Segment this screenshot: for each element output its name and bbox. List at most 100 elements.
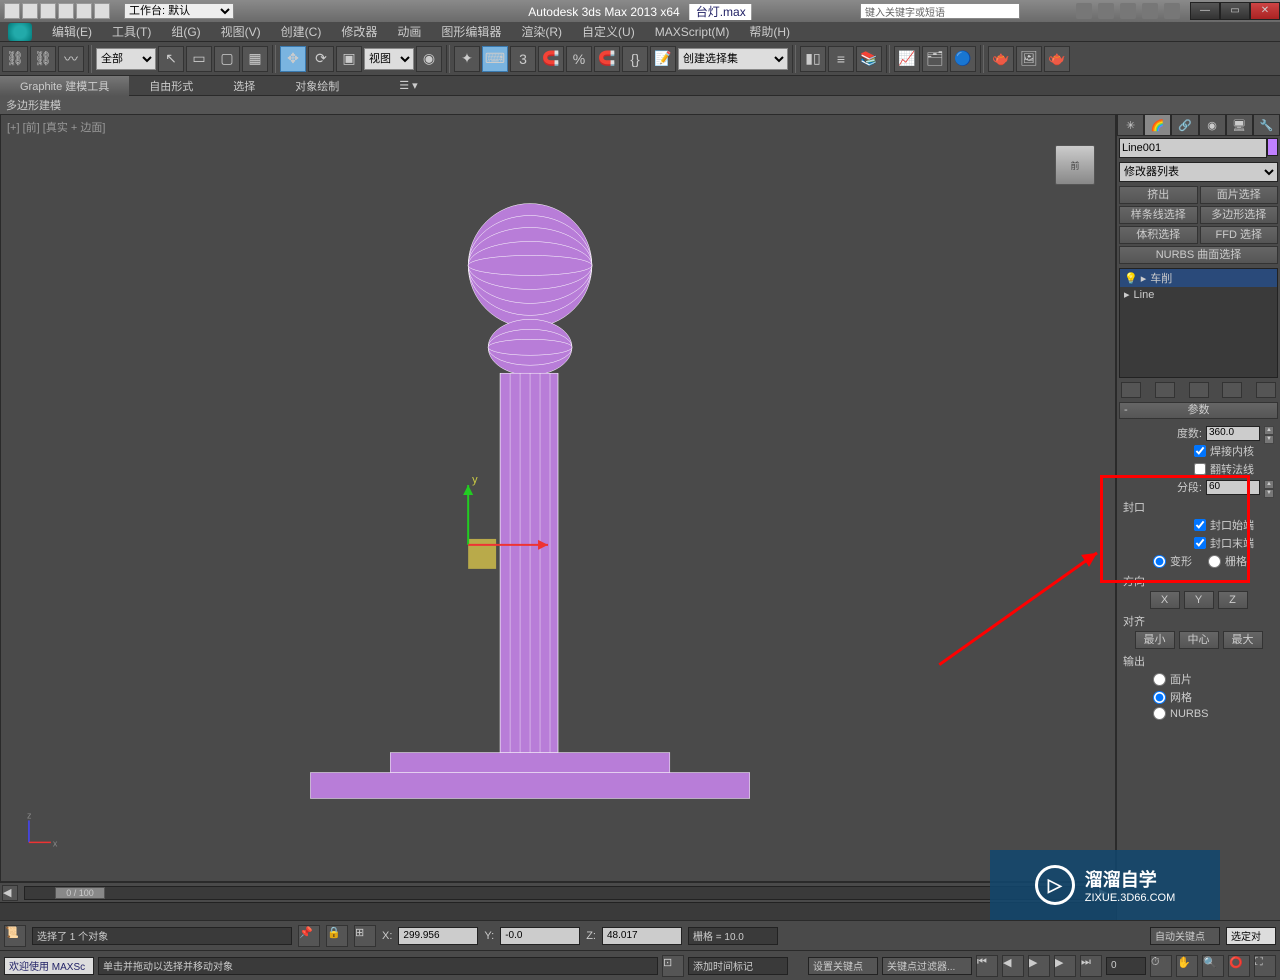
script-listener-icon[interactable]: 📜 [4,925,26,947]
tab-paint[interactable]: 对象绘制 [275,76,359,96]
app-menu-icon[interactable] [8,23,32,41]
pin-stack-icon[interactable] [1121,382,1141,398]
axis-y-button[interactable]: Y [1184,591,1214,609]
rotate-icon[interactable]: ⟳ [308,46,334,72]
modifier-stack[interactable]: 💡 ▸车削 ▸Line [1119,268,1278,378]
menu-create[interactable]: 创建(C) [271,21,332,42]
cap-start-checkbox[interactable] [1194,519,1206,531]
schematic-icon[interactable]: 🗂 [922,46,948,72]
menu-tools[interactable]: 工具(T) [102,21,161,42]
tab-graphite[interactable]: Graphite 建模工具 [0,76,129,96]
grid-radio[interactable] [1208,555,1221,568]
align-max-button[interactable]: 最大 [1223,631,1263,649]
selection-filter-dropdown[interactable]: 全部 [96,48,156,70]
setkey-button[interactable]: 设置关键点 [808,957,878,975]
unique-icon[interactable] [1189,382,1209,398]
save-icon[interactable] [40,3,56,19]
redo-icon[interactable] [76,3,92,19]
play-icon[interactable]: ▶ [1028,955,1050,977]
time-slider-handle[interactable]: 0 / 100 [55,887,105,899]
btn-poly-select[interactable]: 多边形选择 [1200,206,1279,224]
cap-end-checkbox[interactable] [1194,537,1206,549]
abs-rel-icon[interactable]: ⊞ [354,925,376,947]
signin-icon[interactable] [1098,3,1114,19]
menu-edit[interactable]: 编辑(E) [42,21,102,42]
object-name-input[interactable] [1119,138,1267,158]
scale-icon[interactable]: ▣ [336,46,362,72]
material-editor-icon[interactable]: 🔵 [950,46,976,72]
menu-help[interactable]: 帮助(H) [739,21,800,42]
play-start-icon[interactable]: ⏮ [976,955,998,977]
snap-toggle-icon[interactable]: 3 [510,46,536,72]
tab-motion-icon[interactable]: ◉ [1199,114,1226,136]
nav-zoom-icon[interactable]: 🔍 [1202,955,1224,977]
menu-render[interactable]: 渲染(R) [511,21,572,42]
search-input[interactable]: 键入关键字或短语 [860,3,1020,19]
select-icon[interactable]: ↖ [158,46,184,72]
help-icon[interactable] [1164,3,1180,19]
poly-modeling-label[interactable]: 多边形建模 [6,97,61,113]
select-rect-icon[interactable]: ▢ [214,46,240,72]
btn-ffd-select[interactable]: FFD 选择 [1200,226,1279,244]
tab-freeform[interactable]: 自由形式 [129,76,213,96]
pivot-icon[interactable]: ◉ [416,46,442,72]
tab-selection[interactable]: 选择 [213,76,275,96]
play-end-icon[interactable]: ⏭ [1080,955,1102,977]
render-icon[interactable]: 🫖 [1044,46,1070,72]
tab-create-icon[interactable]: ✳ [1117,114,1144,136]
rollout-params-header[interactable]: 参数 [1119,402,1278,419]
play-prev-icon[interactable]: ◀ [1002,955,1024,977]
bind-space-icon[interactable]: 〰 [58,46,84,72]
select-name-icon[interactable]: ▭ [186,46,212,72]
tab-modify-icon[interactable]: 🌈 [1144,114,1171,136]
render-frame-icon[interactable]: 🖼 [1016,46,1042,72]
menu-modifiers[interactable]: 修改器 [331,21,387,42]
manipulate-icon[interactable]: ✦ [454,46,480,72]
btn-face-select[interactable]: 面片选择 [1200,186,1279,204]
edit-named-sel-icon[interactable]: {} [622,46,648,72]
sel-lock-icon[interactable]: 🔒 [326,925,348,947]
align-center-button[interactable]: 中心 [1179,631,1219,649]
time-slider-track[interactable]: 0 / 100 [24,886,1092,900]
close-button[interactable]: ✕ [1250,2,1280,20]
segments-spinner[interactable]: 60 [1206,480,1260,495]
autokey-button[interactable]: 自动关键点 [1150,927,1220,945]
stack-line[interactable]: ▸Line [1120,287,1277,302]
viewport[interactable]: [+] [前] [真实 + 边面] 前 [0,114,1116,882]
segments-spin-arrows[interactable]: ▲▼ [1264,480,1274,495]
favorite-icon[interactable] [1142,3,1158,19]
tab-display-icon[interactable]: 🖥 [1226,114,1253,136]
infocenter-icon[interactable] [1076,3,1092,19]
modifier-list-dropdown[interactable]: 修改器列表 [1119,162,1278,182]
output-patch-radio[interactable] [1153,673,1166,686]
menu-graph[interactable]: 图形编辑器 [431,21,511,42]
show-end-icon[interactable] [1155,382,1175,398]
object-color-swatch[interactable] [1267,138,1278,156]
move-icon[interactable]: ✥ [280,46,306,72]
align-icon[interactable]: ≡ [828,46,854,72]
time-config-icon[interactable]: ⏱ [1150,955,1172,977]
output-nurbs-radio[interactable] [1153,707,1166,720]
tab-hierarchy-icon[interactable]: 🔗 [1171,114,1198,136]
keyboard-shortcut-icon[interactable]: ⌨ [482,46,508,72]
named-selection-dropdown[interactable]: 创建选择集 [678,48,788,70]
morph-radio[interactable] [1153,555,1166,568]
curve-editor-icon[interactable]: 📈 [894,46,920,72]
angle-snap-icon[interactable]: 🧲 [538,46,564,72]
track-bar[interactable] [0,902,1116,920]
selected-key-dropdown[interactable]: 选定对 [1226,927,1276,945]
time-slider[interactable]: ◀ 0 / 100 ▶ [0,882,1116,902]
tab-utilities-icon[interactable]: 🔧 [1253,114,1280,136]
btn-nurbs-select[interactable]: NURBS 曲面选择 [1119,246,1278,264]
z-coord-input[interactable]: 48.017 [602,927,682,945]
x-coord-input[interactable]: 299.956 [398,927,478,945]
config-sets-icon[interactable] [1256,382,1276,398]
y-coord-input[interactable]: -0.0 [500,927,580,945]
nav-pan-icon[interactable]: ✋ [1176,955,1198,977]
spinner-snap-icon[interactable]: 🧲 [594,46,620,72]
time-tag-button[interactable]: 添加时间标记 [688,957,788,975]
keyfilter-button[interactable]: 关键点过滤器... [882,957,972,975]
timeline-prev-icon[interactable]: ◀ [2,885,18,901]
unlink-icon[interactable]: ⛓ [30,46,56,72]
axis-z-button[interactable]: Z [1218,591,1248,609]
